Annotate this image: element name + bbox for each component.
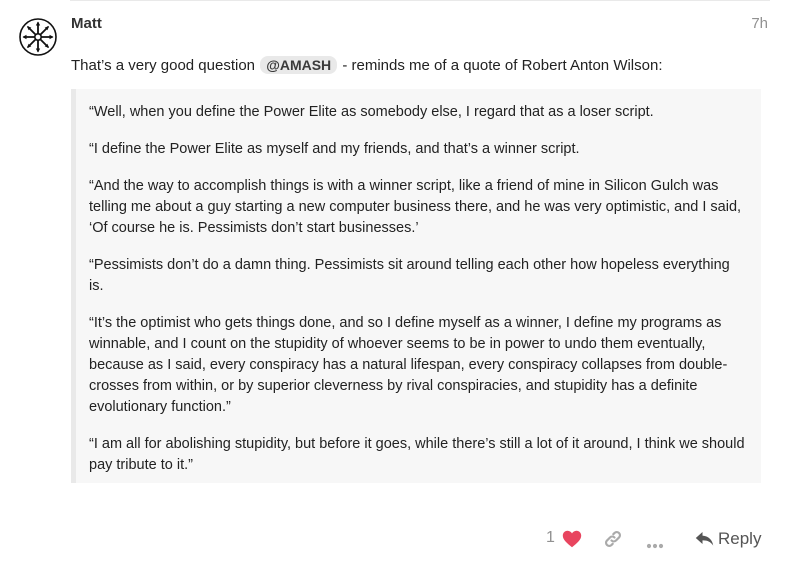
quote-block: “Well, when you define the Power Elite a… bbox=[71, 89, 761, 483]
intro-text-after: - reminds me of a quote of Robert Anton … bbox=[338, 57, 663, 74]
link-icon[interactable] bbox=[603, 529, 623, 549]
quote-paragraph: “It’s the optimist who gets things done,… bbox=[89, 315, 728, 415]
ellipsis-icon[interactable] bbox=[646, 536, 664, 549]
chaos-star-icon bbox=[19, 18, 57, 56]
reply-arrow-icon bbox=[695, 531, 714, 547]
post-username[interactable]: Matt bbox=[71, 15, 102, 32]
quote-paragraph: “And the way to accomplish things is wit… bbox=[89, 178, 742, 236]
reply-button[interactable]: Reply bbox=[695, 526, 761, 552]
user-mention[interactable]: @AMASH bbox=[260, 56, 338, 74]
heart-icon[interactable] bbox=[562, 530, 582, 548]
quote-paragraph: “I am all for abolishing stupidity, but … bbox=[89, 436, 745, 473]
avatar[interactable] bbox=[19, 18, 57, 56]
reply-label: Reply bbox=[718, 529, 762, 548]
post-intro: That’s a very good question @AMASH - rem… bbox=[71, 56, 663, 74]
quote-paragraph: “Well, when you define the Power Elite a… bbox=[89, 104, 654, 120]
quote-paragraph: “I define the Power Elite as myself and … bbox=[89, 141, 580, 157]
like-count[interactable]: 1 bbox=[546, 529, 555, 547]
intro-text-before: That’s a very good question bbox=[71, 57, 260, 74]
post-date[interactable]: 7h bbox=[736, 15, 768, 32]
quote-paragraph: “Pessimists don’t do a damn thing. Pessi… bbox=[89, 257, 730, 294]
post-actions: 1 Reply bbox=[540, 526, 770, 552]
post-divider bbox=[70, 0, 770, 1]
